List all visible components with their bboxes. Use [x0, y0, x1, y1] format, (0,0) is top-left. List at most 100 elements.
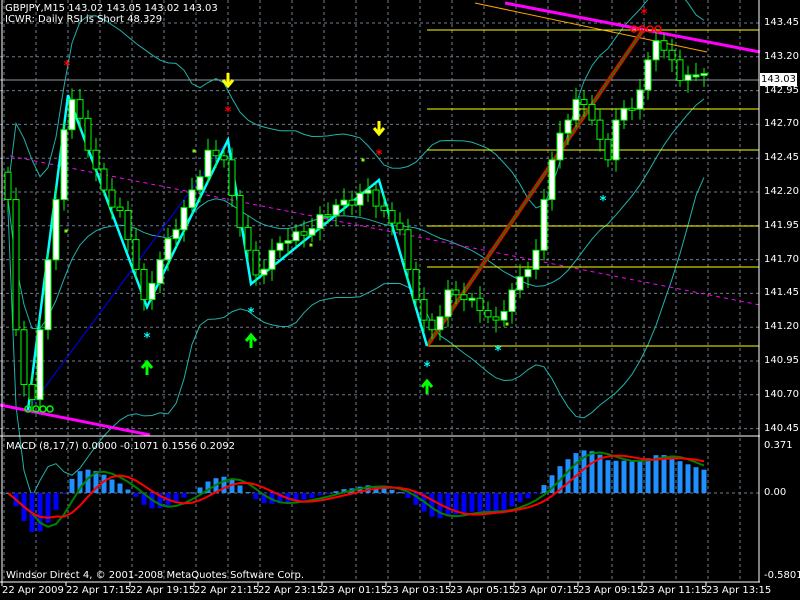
chart-canvas[interactable]: * * * * * * * * * [0, 0, 800, 600]
candle-body [180, 207, 188, 231]
candle-body [476, 297, 484, 312]
candle-body [292, 231, 300, 242]
candle-body [116, 206, 124, 212]
candle-body [596, 119, 604, 140]
macd-histogram-bar [125, 489, 131, 493]
macd-histogram-bar [53, 493, 59, 510]
macd-histogram-bar [589, 451, 595, 493]
macd-histogram-bar [197, 487, 203, 493]
candle-body [140, 268, 148, 301]
macd-axis-max: 0.371 [764, 440, 793, 451]
candle-body [436, 316, 444, 331]
price-axis-label: 143.20 [764, 50, 799, 62]
macd-histogram-bar [661, 455, 667, 493]
candle-body [524, 268, 532, 278]
candle-body [412, 268, 420, 301]
price-axis-label: 143.45 [764, 17, 799, 28]
candle-body [460, 294, 468, 301]
macd-histogram-bar [701, 469, 707, 493]
macd-histogram-bar [645, 458, 651, 493]
candle-body [92, 149, 100, 170]
candle-body [220, 155, 228, 161]
candle-body [636, 89, 644, 110]
candle-body [668, 49, 676, 61]
time-axis-label: 22 Apr 21:15 [194, 585, 260, 596]
macd-axis-min: -0.5801 [764, 570, 800, 581]
time-axis-label: 23 Apr 11:15 [642, 585, 708, 596]
candle-body [484, 310, 492, 318]
candle-body [276, 242, 284, 251]
macd-histogram-bar [493, 493, 499, 512]
sell-signal-star-icon: * [225, 105, 232, 120]
macd-histogram-bar [669, 456, 675, 493]
candle-body [620, 107, 628, 121]
macd-histogram-bar [397, 492, 403, 494]
candle-body [700, 73, 708, 77]
candle-body [676, 59, 684, 81]
candle-body [628, 107, 636, 111]
candle-body [404, 229, 412, 270]
sell-arrow-icon [221, 73, 235, 89]
candle-body [548, 159, 556, 201]
candle-body [212, 149, 220, 157]
candle-body [324, 214, 332, 218]
candle-body [108, 189, 116, 208]
macd-histogram-bar [37, 493, 43, 532]
candle-body [652, 40, 660, 61]
sell-signal-star-icon: * [64, 59, 71, 74]
candle-body [284, 240, 292, 244]
time-axis-label: 23 Apr 03:15 [386, 585, 452, 596]
buy-signal-star-icon: * [600, 194, 607, 209]
candle-body [340, 199, 348, 206]
indicator-status: ICWR: Daily RSI is Short 48.329 [5, 14, 163, 25]
dot-marker [361, 158, 365, 162]
candle-body [492, 316, 500, 321]
candle-body [260, 268, 268, 276]
copyright-text: Windsor Direct 4, © 2001-2008 MetaQuotes… [6, 570, 305, 581]
macd-histogram-bar [301, 493, 307, 500]
candle-body [100, 168, 108, 191]
candle-body [196, 176, 204, 191]
dot-marker [64, 229, 68, 233]
time-axis-label: 22 Apr 23:15 [258, 585, 324, 596]
price-axis-label: 141.70 [764, 253, 799, 265]
macd-histogram-bar [525, 493, 531, 499]
candle-body [684, 74, 692, 81]
candle-body [236, 194, 244, 228]
macd-histogram-bar [613, 460, 619, 493]
candle-body [316, 214, 324, 230]
macd-histogram-bar [637, 460, 643, 493]
candle-body [396, 222, 404, 231]
candle-body [644, 59, 652, 91]
macd-histogram-bar [541, 485, 547, 493]
candle-body [20, 329, 28, 386]
time-axis-label: 22 Apr 2009 [2, 585, 64, 596]
macd-histogram-bar [61, 493, 67, 494]
macd-histogram-bar [501, 493, 507, 511]
candle-body [300, 231, 308, 236]
macd-histogram-bar [133, 493, 139, 497]
macd-histogram-bar [605, 460, 611, 493]
macd-histogram-bar [653, 455, 659, 493]
macd-histogram-bar [325, 493, 331, 494]
candle-body [556, 132, 564, 161]
bottom-circle-icon [39, 405, 47, 413]
macd-histogram-bar [621, 460, 627, 493]
candle-body [124, 210, 132, 241]
candle-body [268, 249, 276, 270]
candle-body [540, 199, 548, 251]
candle-body [164, 238, 172, 261]
macd-axis-zero: 0.00 [764, 487, 787, 498]
candle-body [188, 189, 196, 209]
candle-body [516, 276, 524, 291]
price-axis-label: 142.70 [764, 118, 799, 130]
candle-body [36, 329, 44, 401]
buy-arrow-icon [420, 378, 434, 394]
candle-body [564, 119, 572, 134]
candle-body [84, 117, 92, 151]
buy-signal-star-icon: * [248, 306, 255, 321]
sell-signal-star-icon: * [641, 7, 648, 22]
macd-histogram-bar [245, 491, 251, 493]
candle-body [4, 171, 12, 201]
macd-histogram-bar [333, 491, 339, 493]
